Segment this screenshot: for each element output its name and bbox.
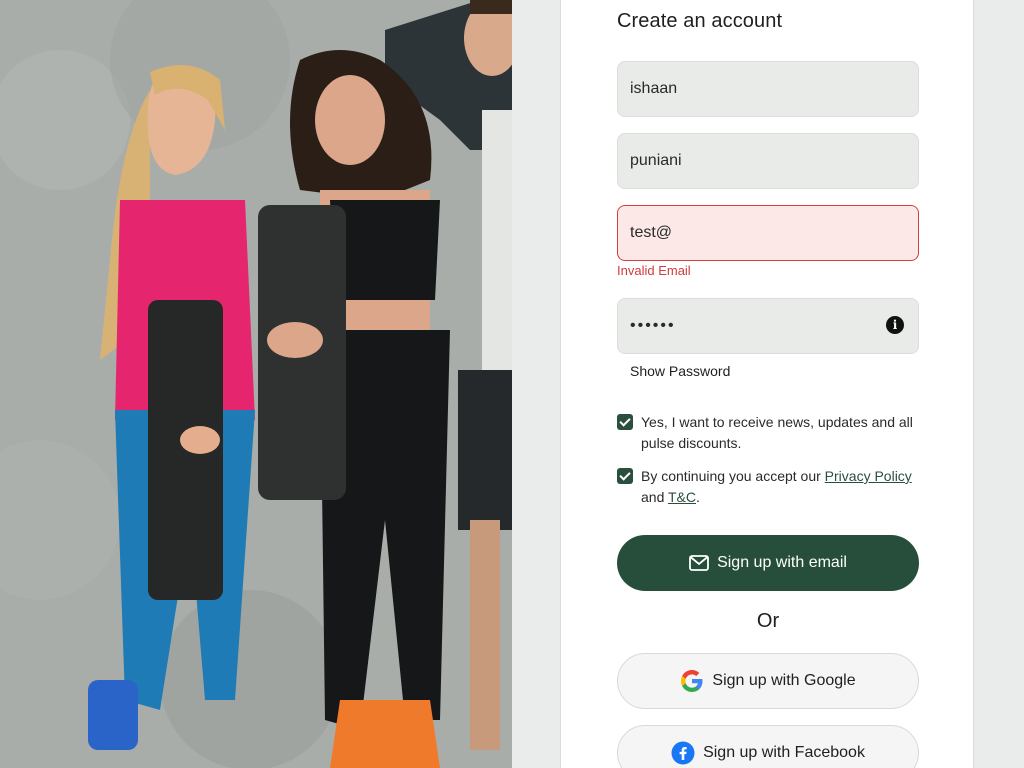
email-input[interactable] <box>617 205 919 261</box>
password-input[interactable] <box>617 298 919 354</box>
envelope-icon <box>689 555 709 571</box>
signup-facebook-label: Sign up with Facebook <box>703 744 865 761</box>
show-password-toggle[interactable]: Show Password <box>630 363 730 379</box>
privacy-policy-link[interactable]: Privacy Policy <box>825 468 912 484</box>
terms-option: By continuing you accept our Privacy Pol… <box>617 466 917 510</box>
or-divider: Or <box>756 610 780 632</box>
hero-image <box>0 0 512 768</box>
terms-label: By continuing you accept our Privacy Pol… <box>641 466 921 508</box>
signup-google-button[interactable]: Sign up with Google <box>617 653 919 709</box>
email-error-message: Invalid Email <box>617 263 691 278</box>
newsletter-label: Yes, I want to receive news, updates and… <box>641 414 913 451</box>
terms-conditions-link[interactable]: T&C <box>668 489 696 505</box>
facebook-icon <box>671 741 695 765</box>
terms-prefix: By continuing you accept our <box>641 468 825 484</box>
signup-email-button[interactable]: Sign up with email <box>617 535 919 591</box>
newsletter-option: Yes, I want to receive news, updates and… <box>617 412 917 456</box>
google-icon <box>681 670 703 692</box>
last-name-input[interactable] <box>617 133 919 189</box>
info-icon[interactable]: i <box>886 316 904 334</box>
terms-checkbox[interactable] <box>617 468 633 484</box>
signup-google-label: Sign up with Google <box>712 672 856 689</box>
terms-and: and <box>641 489 668 505</box>
terms-suffix: . <box>696 489 700 505</box>
page-title: Create an account <box>617 10 783 32</box>
hero-illustration <box>0 0 512 768</box>
newsletter-checkbox[interactable] <box>617 414 633 430</box>
first-name-input[interactable] <box>617 61 919 117</box>
signup-facebook-button[interactable]: Sign up with Facebook <box>617 725 919 768</box>
signup-email-label: Sign up with email <box>717 554 847 571</box>
